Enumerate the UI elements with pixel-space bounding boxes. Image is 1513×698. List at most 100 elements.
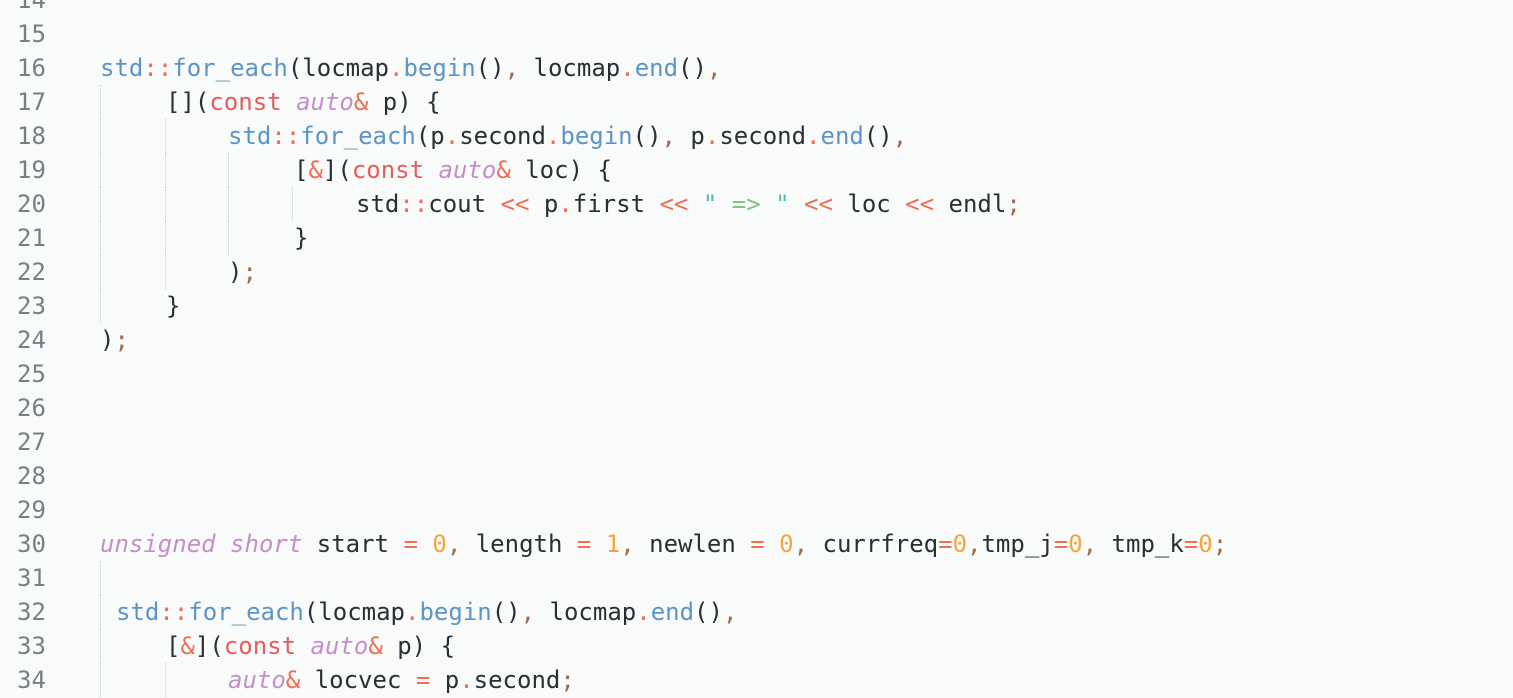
code-token: } <box>294 224 309 252</box>
code-line[interactable]: 26 <box>0 391 1513 425</box>
code-text[interactable]: std::for_each(locmap.begin(), locmap.end… <box>116 595 737 629</box>
code-line[interactable]: 23} <box>0 289 1513 323</box>
code-editor[interactable]: 14 15 16 std::for_each(locmap.begin(), locm… <box>0 0 1513 698</box>
code-token: second <box>719 122 807 150</box>
indent-guide <box>100 595 101 629</box>
code-line[interactable]: 21} <box>0 221 1513 255</box>
code-token: 0 <box>952 530 968 558</box>
code-text[interactable]: std::for_each(p.second.begin(), p.second… <box>228 119 907 153</box>
code-token: for_each <box>188 598 304 626</box>
code-line[interactable]: 16 std::for_each(locmap.begin(), locmap.e… <box>0 51 1513 85</box>
code-token: for_each <box>300 122 416 150</box>
code-token: & <box>308 156 323 184</box>
code-token: for_each <box>172 54 288 82</box>
code-token: ]( <box>194 632 224 660</box>
line-number: 22 <box>17 258 46 286</box>
line-number: 27 <box>17 428 46 456</box>
code-token: length <box>461 530 577 558</box>
code-line[interactable]: 19 [&](const auto& loc) { <box>0 153 1513 187</box>
code-token: . <box>389 54 404 82</box>
code-line[interactable]: 30 unsigned short start = 0, length = 1, … <box>0 527 1513 561</box>
line-number: 23 <box>17 292 46 320</box>
code-line[interactable]: 14 <box>0 0 1513 17</box>
code-line[interactable]: 27 <box>0 425 1513 459</box>
line-number: 30 <box>17 530 46 558</box>
code-text[interactable]: [](const auto& p) { <box>166 85 441 119</box>
code-token: . <box>704 122 720 150</box>
code-token: . <box>620 54 635 82</box>
code-line[interactable]: 33 [&](const auto& p) { <box>0 629 1513 663</box>
line-number: 34 <box>17 666 46 694</box>
code-line[interactable]: 15 <box>0 17 1513 51</box>
code-line[interactable]: 20 std::cout << p.first << " => " << loc … <box>0 187 1513 221</box>
code-token: << <box>804 190 833 218</box>
code-token: , <box>793 530 809 558</box>
code-text[interactable]: } <box>166 289 180 323</box>
code-text[interactable]: std::for_each(locmap.begin(), locmap.end… <box>100 51 721 85</box>
code-token: , <box>620 530 635 558</box>
line-number: 18 <box>17 122 46 150</box>
code-token: begin <box>403 54 476 82</box>
line-number: 31 <box>17 564 46 592</box>
code-token: p <box>529 190 559 218</box>
code-token: :: <box>399 190 429 218</box>
line-number: 20 <box>17 190 46 218</box>
code-token: locvec <box>300 666 416 694</box>
code-token: (p <box>415 122 445 150</box>
code-token: ; <box>560 666 575 694</box>
code-text[interactable]: [&](const auto& loc) { <box>294 153 612 187</box>
code-token: auto <box>438 156 497 184</box>
code-token: endl <box>934 190 1007 218</box>
code-token: std <box>100 54 144 82</box>
code-token: second <box>459 122 546 150</box>
code-text[interactable]: } <box>294 221 308 255</box>
code-token: const <box>351 156 425 184</box>
code-token: 0 <box>432 530 447 558</box>
code-token: = <box>415 666 431 694</box>
code-token: , <box>1082 530 1098 558</box>
code-text[interactable]: auto& locvec = p.second; <box>228 663 575 697</box>
code-token: . <box>545 122 561 150</box>
code-text[interactable]: unsigned short start = 0, length = 1, ne… <box>100 527 1227 561</box>
indent-guide <box>100 221 101 255</box>
code-token: tmp_k <box>1097 530 1184 558</box>
code-line[interactable]: 29 <box>0 493 1513 527</box>
code-token: unsigned <box>100 530 216 558</box>
code-token: => <box>731 190 761 218</box>
code-token: second <box>473 666 561 694</box>
code-token: (locmap <box>287 54 390 82</box>
code-token: ; <box>114 326 129 354</box>
code-text[interactable]: ); <box>228 255 257 289</box>
code-line[interactable]: 22); <box>0 255 1513 289</box>
code-line[interactable]: 18 std::for_each(p.second.begin(), p.seco… <box>0 119 1513 153</box>
code-token: locmap <box>535 598 637 626</box>
line-number: 24 <box>17 326 46 354</box>
code-token: , <box>967 530 982 558</box>
code-text[interactable]: std::cout << p.first << " => " << loc <<… <box>356 187 1021 221</box>
code-line[interactable]: 25 <box>0 357 1513 391</box>
code-token: std <box>356 190 400 218</box>
code-line[interactable]: 34 auto& locvec = p.second; <box>0 663 1513 697</box>
code-token: << <box>659 190 689 218</box>
line-number: 28 <box>17 462 46 490</box>
code-token: " <box>702 190 732 218</box>
code-token: end <box>820 122 864 150</box>
code-token: []( <box>166 88 210 116</box>
code-line[interactable]: 32 std::for_each(locmap.begin(), locmap.e… <box>0 595 1513 629</box>
indent-guide <box>165 119 166 153</box>
code-line[interactable]: 24); <box>0 323 1513 357</box>
indent-guide <box>100 561 101 595</box>
code-line[interactable]: 17 [](const auto& p) { <box>0 85 1513 119</box>
indent-guide <box>100 85 101 119</box>
code-token: (locmap <box>303 598 406 626</box>
code-text[interactable]: ); <box>100 323 129 357</box>
code-line[interactable]: 31 <box>0 561 1513 595</box>
code-token: short <box>230 530 303 558</box>
code-line[interactable]: 28 <box>0 459 1513 493</box>
code-text[interactable]: [&](const auto& p) { <box>166 629 455 663</box>
indent-guide <box>100 187 101 221</box>
indent-guide <box>228 221 229 255</box>
